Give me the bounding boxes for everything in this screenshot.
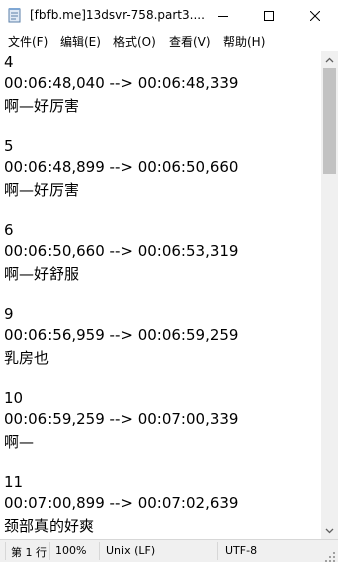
text-line: 00:06:59,259 --> 00:07:00,339 <box>4 410 239 428</box>
text-line: 啊—好厉害 <box>4 97 80 115</box>
text-line: 10 <box>4 389 24 407</box>
minimize-button[interactable] <box>200 0 246 31</box>
close-icon <box>310 10 320 21</box>
text-line: 00:07:00,899 --> 00:07:02,639 <box>4 494 239 512</box>
text-line: 乳房也 <box>4 349 50 367</box>
window-title: [fbfb.me]13dsvr-758.part3.... <box>30 8 205 22</box>
scroll-thumb[interactable] <box>323 68 336 174</box>
status-zoom: 100% <box>55 544 87 557</box>
scroll-up-button[interactable] <box>321 51 338 68</box>
maximize-button[interactable] <box>246 0 292 31</box>
status-position: 第 1 行 <box>11 546 47 559</box>
status-line-ending: Unix (LF) <box>106 544 156 557</box>
menu-file[interactable]: 文件(F) <box>8 33 48 50</box>
text-line: 啊—好舒服 <box>4 265 80 283</box>
notepad-window: [fbfb.me]13dsvr-758.part3.... 文件(F) 编辑(E… <box>0 0 338 562</box>
minimize-icon <box>218 15 228 17</box>
text-line: 9 <box>4 305 14 323</box>
text-line: 5 <box>4 137 14 155</box>
chevron-up-icon <box>325 57 334 62</box>
text-line: 00:06:48,040 --> 00:06:48,339 <box>4 74 239 92</box>
vertical-scrollbar[interactable] <box>321 51 338 539</box>
text-line: 00:06:56,959 --> 00:06:59,259 <box>4 326 239 344</box>
status-divider <box>5 542 6 560</box>
status-divider <box>99 542 100 560</box>
text-line: 颈部真的好爽 <box>4 517 95 535</box>
text-line: 11 <box>4 473 24 491</box>
text-line: 啊— <box>4 433 35 451</box>
close-button[interactable] <box>292 0 338 31</box>
menu-view[interactable]: 查看(V) <box>169 33 211 50</box>
status-divider <box>49 542 50 560</box>
text-line: 啊—好厉害 <box>4 181 80 199</box>
menu-edit[interactable]: 编辑(E) <box>60 33 101 50</box>
status-encoding: UTF-8 <box>225 544 258 557</box>
maximize-icon <box>264 10 274 21</box>
resize-grip-icon[interactable] <box>324 548 336 562</box>
text-line: 00:06:48,899 --> 00:06:50,660 <box>4 158 239 176</box>
status-divider <box>217 542 218 560</box>
scroll-down-button[interactable] <box>321 522 338 539</box>
text-line: 4 <box>4 53 14 71</box>
chevron-down-icon <box>325 528 334 533</box>
menu-bar: 文件(F) 编辑(E) 格式(O) 查看(V) 帮助(H) <box>0 31 338 51</box>
text-line: 00:06:50,660 --> 00:06:53,319 <box>4 242 239 260</box>
menu-format[interactable]: 格式(O) <box>113 33 156 50</box>
text-editor[interactable]: 4 00:06:48,040 --> 00:06:48,339 啊—好厉害 5 … <box>0 51 321 539</box>
title-bar[interactable]: [fbfb.me]13dsvr-758.part3.... <box>0 0 338 31</box>
menu-help[interactable]: 帮助(H) <box>223 33 265 50</box>
notepad-icon <box>8 7 22 23</box>
text-line: 6 <box>4 221 14 239</box>
status-bar: 第 1 行 100% Unix (LF) UTF-8 <box>0 539 338 562</box>
